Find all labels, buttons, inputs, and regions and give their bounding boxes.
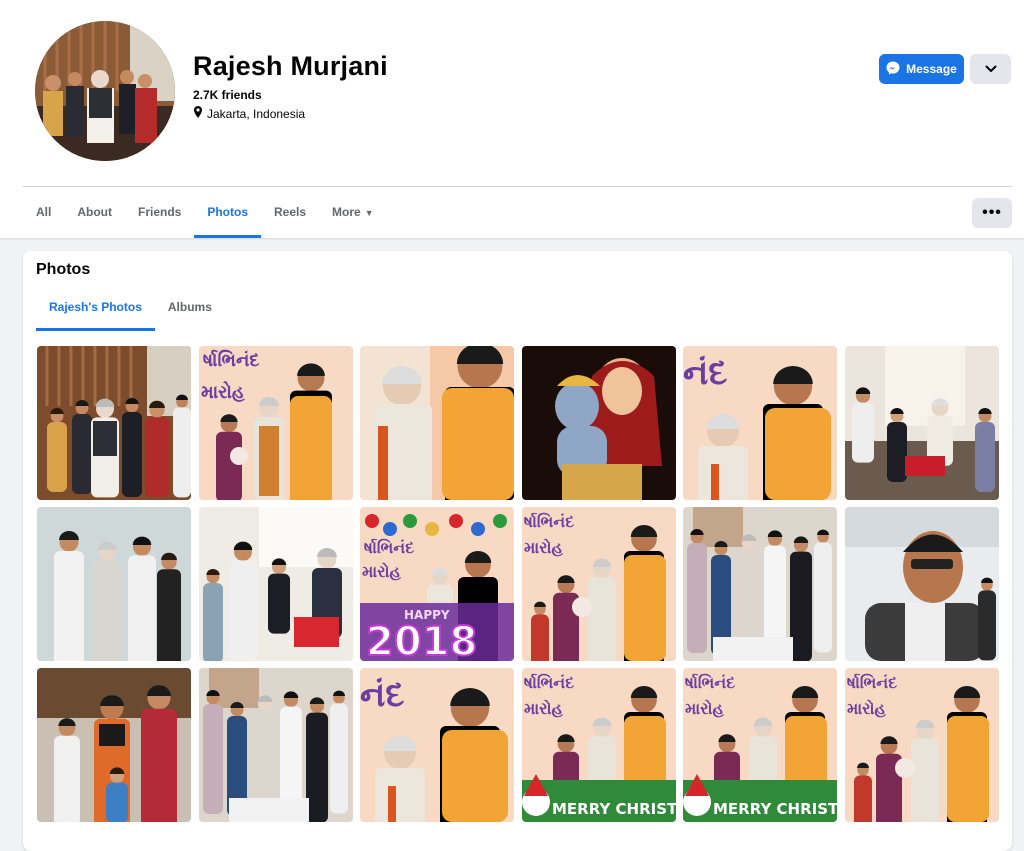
photo-thumbnail[interactable]: ર્ષાભિનંદ મારોહ MERRY CHRISTMAS! <box>683 668 837 822</box>
photo-thumbnail[interactable] <box>37 507 191 661</box>
svg-text:મારોહ: મારોહ <box>847 698 886 718</box>
photo-thumbnail[interactable]: ર્ષાભિનંદ મારોહ MERRY CHRISTMAS! <box>521 668 676 822</box>
caret-down-icon: ▼ <box>364 208 374 218</box>
message-button[interactable]: Message <box>879 54 964 84</box>
svg-text:નંદ: નંદ <box>683 353 727 393</box>
profile-tabs: All About Friends Photos Reels More ▼ <box>23 188 387 238</box>
photo-thumbnail[interactable] <box>683 507 837 661</box>
photo-thumbnail[interactable]: નંદ <box>360 668 514 822</box>
subtab-your-photos[interactable]: Rajesh's Photos <box>36 291 155 331</box>
svg-text:MERRY CHRISTMAS!: MERRY CHRISTMAS! <box>552 800 676 818</box>
photo-grid: ર્ષાભિનંદ મારોહ નંદ ર્ષાભિનંદ મારોહ HAPP… <box>37 346 999 822</box>
friends-count[interactable]: 2.7K friends <box>193 88 262 102</box>
profile-dropdown-button[interactable] <box>970 54 1011 84</box>
message-label: Message <box>906 62 957 76</box>
location-text: Jakarta, Indonesia <box>207 106 306 121</box>
svg-text:ર્ષાભિનંદ: ર્ષાભિનંદ <box>524 673 574 692</box>
tab-more[interactable]: More ▼ <box>319 188 387 236</box>
profile-avatar[interactable] <box>35 21 175 161</box>
svg-text:ર્ષાભિનંદ: ર્ષાભિનંદ <box>847 673 897 692</box>
profile-header: Rajesh Murjani 2.7K friends Jakarta, Ind… <box>0 0 1024 238</box>
profile-name: Rajesh Murjani <box>193 51 388 81</box>
tab-all[interactable]: All <box>23 188 64 236</box>
location-pin-icon <box>193 106 203 121</box>
photo-thumbnail[interactable] <box>198 507 353 661</box>
ellipsis-icon: ••• <box>982 204 1002 221</box>
tab-friends[interactable]: Friends <box>125 188 194 236</box>
photo-thumbnail[interactable]: ર્ષાભિનંદ મારોહ HAPPY 2018 <box>360 507 514 661</box>
tab-reels[interactable]: Reels <box>261 188 319 236</box>
photo-thumbnail[interactable]: ર્ષાભિનંદ મારોહ <box>198 346 353 500</box>
svg-text:MERRY CHRISTMAS!: MERRY CHRISTMAS! <box>713 800 837 818</box>
more-options-button[interactable]: ••• <box>972 198 1012 228</box>
photo-thumbnail[interactable] <box>37 346 191 500</box>
svg-text:મારોહ: મારોહ <box>362 561 401 581</box>
photo-thumbnail[interactable]: નંદ <box>683 346 837 500</box>
photo-thumbnail[interactable]: ર્ષાભિનંદ મારોહ <box>521 507 676 661</box>
tab-about[interactable]: About <box>64 188 125 236</box>
subtab-albums[interactable]: Albums <box>155 291 225 331</box>
chevron-down-icon <box>985 60 997 78</box>
svg-text:મારોહ: મારોહ <box>201 381 245 403</box>
messenger-icon <box>886 61 900 78</box>
header-divider <box>23 186 1012 187</box>
svg-text:મારોહ: મારોહ <box>524 698 563 718</box>
location-row: Jakarta, Indonesia <box>193 106 305 121</box>
photo-thumbnail[interactable] <box>844 507 999 661</box>
svg-text:ર્ષાભિનંદ: ર્ષાભિનંદ <box>364 538 414 557</box>
svg-text:ર્ષાભિનંદ: ર્ષાભિનંદ <box>203 349 259 371</box>
photo-thumbnail[interactable] <box>360 346 514 500</box>
tab-photos[interactable]: Photos <box>194 188 261 238</box>
svg-text:મારોહ: મારોહ <box>685 698 724 718</box>
svg-text:ર્ષાભિનંદ: ર્ષાભિનંદ <box>524 512 574 531</box>
photo-thumbnail[interactable] <box>198 668 353 822</box>
svg-text:ર્ષાભિનંદ: ર્ષાભિનંદ <box>685 673 735 692</box>
photo-thumbnail[interactable] <box>37 668 191 822</box>
svg-text:નંદ: નંદ <box>360 675 404 715</box>
photo-thumbnail[interactable] <box>521 346 676 500</box>
tab-more-label: More <box>332 205 361 219</box>
photo-thumbnail[interactable] <box>844 346 999 500</box>
photos-subtabs: Rajesh's Photos Albums <box>36 291 225 331</box>
svg-text:2018: 2018 <box>366 619 477 661</box>
photos-card: Photos Rajesh's Photos Albums ર્ષાભિનંદ … <box>23 251 1012 851</box>
photos-section-title: Photos <box>36 261 91 278</box>
photo-thumbnail[interactable]: ર્ષાભિનંદ મારોહ <box>844 668 999 822</box>
svg-text:મારોહ: મારોહ <box>524 537 563 557</box>
